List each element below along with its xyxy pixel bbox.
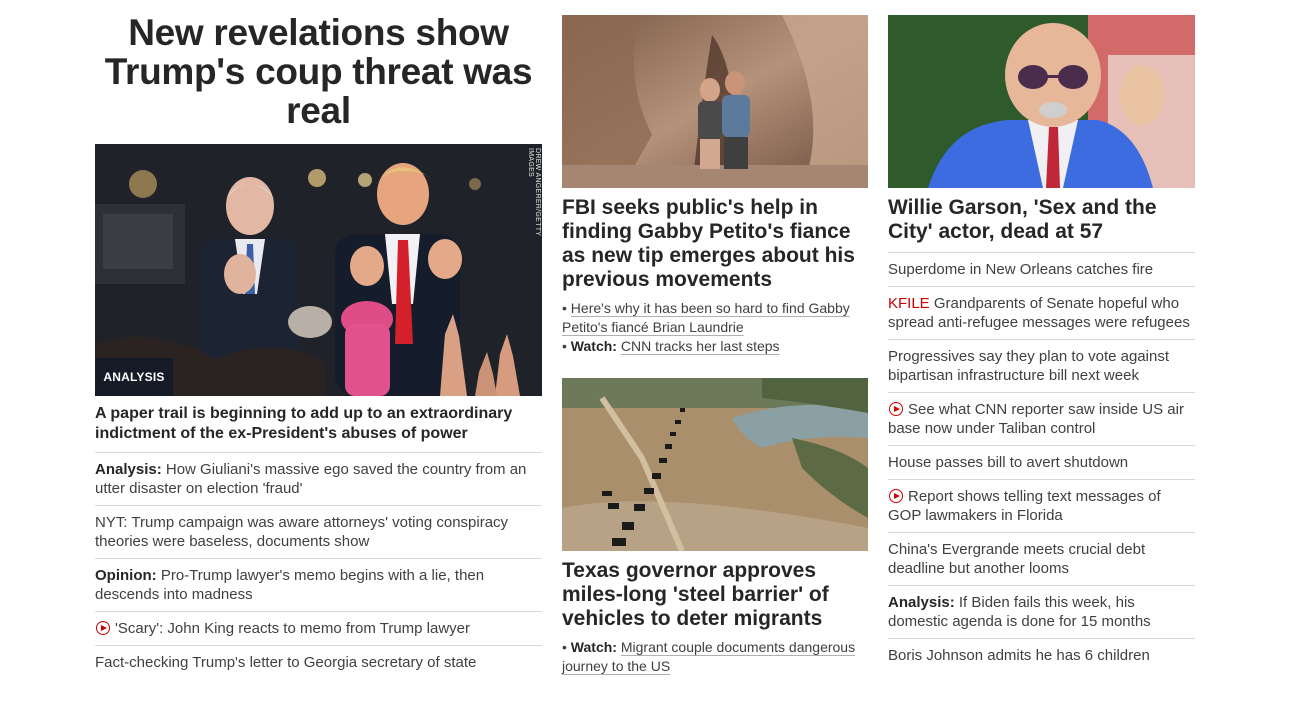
list-item[interactable]: Boris Johnson admits he has 6 children bbox=[888, 639, 1195, 672]
list-item[interactable]: NYT: Trump campaign was aware attorneys'… bbox=[95, 506, 542, 559]
story-text: China's Evergrande meets crucial debt de… bbox=[888, 541, 1146, 577]
border-image[interactable] bbox=[562, 378, 868, 551]
analysis-label: Analysis: bbox=[95, 461, 162, 478]
play-video-icon bbox=[889, 402, 903, 416]
related-stories-list: Analysis: How Giuliani's massive ego sav… bbox=[95, 453, 542, 679]
garson-headline[interactable]: Willie Garson, 'Sex and the City' actor,… bbox=[888, 196, 1195, 244]
hero-image[interactable]: ANALYSIS DREW ANGERER/GETTY IMAGES bbox=[95, 144, 542, 396]
canyon-photo bbox=[562, 15, 868, 188]
opinion-label: Opinion: bbox=[95, 567, 157, 584]
story-text: NYT: Trump campaign was aware attorneys'… bbox=[95, 514, 509, 550]
garson-image[interactable] bbox=[888, 15, 1195, 188]
bullet-item[interactable]: • Here's why it has been so hard to find… bbox=[562, 299, 868, 337]
main-headline[interactable]: New revelations show Trump's coup threat… bbox=[95, 13, 542, 130]
play-video-icon bbox=[889, 489, 903, 503]
portrait-photo bbox=[888, 15, 1195, 188]
list-item[interactable]: China's Evergrande meets crucial debt de… bbox=[888, 533, 1195, 586]
right-column: Willie Garson, 'Sex and the City' actor,… bbox=[888, 0, 1195, 672]
list-item[interactable]: Analysis: How Giuliani's massive ego sav… bbox=[95, 453, 542, 506]
story-text: Progressives say they plan to vote again… bbox=[888, 348, 1169, 384]
story-text: House passes bill to avert shutdown bbox=[888, 454, 1129, 471]
story-text: Boris Johnson admits he has 6 children bbox=[888, 647, 1150, 664]
kfile-kicker: KFILE bbox=[888, 295, 930, 312]
list-item[interactable]: Analysis: If Biden fails this week, his … bbox=[888, 586, 1195, 639]
story-text: Fact-checking Trump's letter to Georgia … bbox=[95, 654, 477, 671]
bullet-item[interactable]: • Watch: Migrant couple documents danger… bbox=[562, 638, 868, 676]
list-item[interactable]: Progressives say they plan to vote again… bbox=[888, 340, 1195, 393]
watch-label: Watch: bbox=[570, 338, 617, 354]
list-item[interactable]: KFILE Grandparents of Senate hopeful who… bbox=[888, 287, 1195, 340]
watch-label: Watch: bbox=[570, 639, 617, 655]
bullet-item[interactable]: • Watch: CNN tracks her last steps bbox=[562, 337, 868, 356]
bullet-link: Here's why it has been so hard to find G… bbox=[562, 300, 850, 335]
story-text: 'Scary': John King reacts to memo from T… bbox=[115, 620, 471, 637]
photo-credit: DREW ANGERER/GETTY IMAGES bbox=[527, 148, 541, 237]
story-text: See what CNN reporter saw inside US air … bbox=[888, 401, 1184, 437]
list-item[interactable]: House passes bill to avert shutdown bbox=[888, 446, 1195, 480]
list-item[interactable]: Opinion: Pro-Trump lawyer's memo begins … bbox=[95, 559, 542, 612]
latest-news-list: Superdome in New Orleans catches fire KF… bbox=[888, 252, 1195, 672]
list-item[interactable]: Fact-checking Trump's letter to Georgia … bbox=[95, 646, 542, 679]
list-item[interactable]: See what CNN reporter saw inside US air … bbox=[888, 393, 1195, 446]
list-item[interactable]: Superdome in New Orleans catches fire bbox=[888, 253, 1195, 287]
petito-bullets: • Here's why it has been so hard to find… bbox=[562, 299, 868, 356]
analysis-badge: ANALYSIS bbox=[95, 358, 173, 396]
analysis-label: Analysis: bbox=[888, 594, 955, 611]
list-item[interactable]: 'Scary': John King reacts to memo from T… bbox=[95, 612, 542, 646]
play-video-icon bbox=[96, 621, 110, 635]
petito-headline[interactable]: FBI seeks public's help in finding Gabby… bbox=[562, 196, 868, 292]
list-item[interactable]: Report shows telling text messages of GO… bbox=[888, 480, 1195, 533]
bullet-link: CNN tracks her last steps bbox=[620, 338, 780, 354]
top-story-column: New revelations show Trump's coup threat… bbox=[95, 0, 542, 679]
story-text: Superdome in New Orleans catches fire bbox=[888, 261, 1154, 278]
story-text: Grandparents of Senate hopeful who sprea… bbox=[888, 295, 1190, 331]
hero-lead-link[interactable]: A paper trail is beginning to add up to … bbox=[95, 404, 542, 453]
aerial-photo bbox=[562, 378, 868, 551]
texas-headline[interactable]: Texas governor approves miles-long 'stee… bbox=[562, 559, 868, 631]
petito-image[interactable] bbox=[562, 15, 868, 188]
texas-bullets: • Watch: Migrant couple documents danger… bbox=[562, 638, 868, 676]
story-text: Report shows telling text messages of GO… bbox=[888, 488, 1161, 524]
middle-column: FBI seeks public's help in finding Gabby… bbox=[562, 0, 868, 676]
